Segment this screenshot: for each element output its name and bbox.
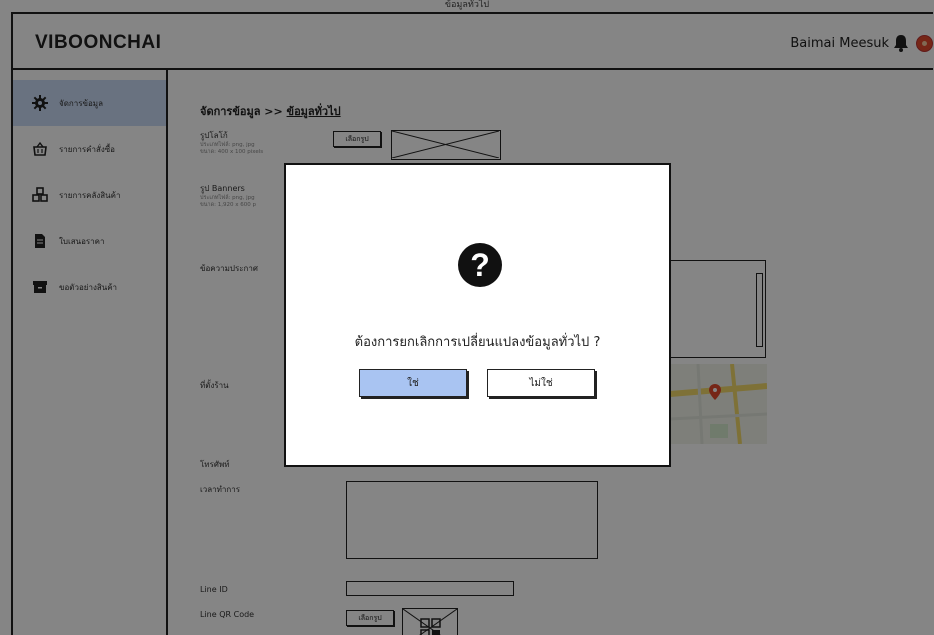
question-icon: ? [458, 243, 502, 287]
confirm-cancel-dialog: ? ต้องการยกเลิกการเปลี่ยนแปลงข้อมูลทั่วไ… [284, 163, 671, 467]
yes-button[interactable]: ใช่ [359, 369, 467, 397]
no-button[interactable]: ไม่ใช่ [487, 369, 595, 397]
dialog-message: ต้องการยกเลิกการเปลี่ยนแปลงข้อมูลทั่วไป … [354, 335, 601, 350]
